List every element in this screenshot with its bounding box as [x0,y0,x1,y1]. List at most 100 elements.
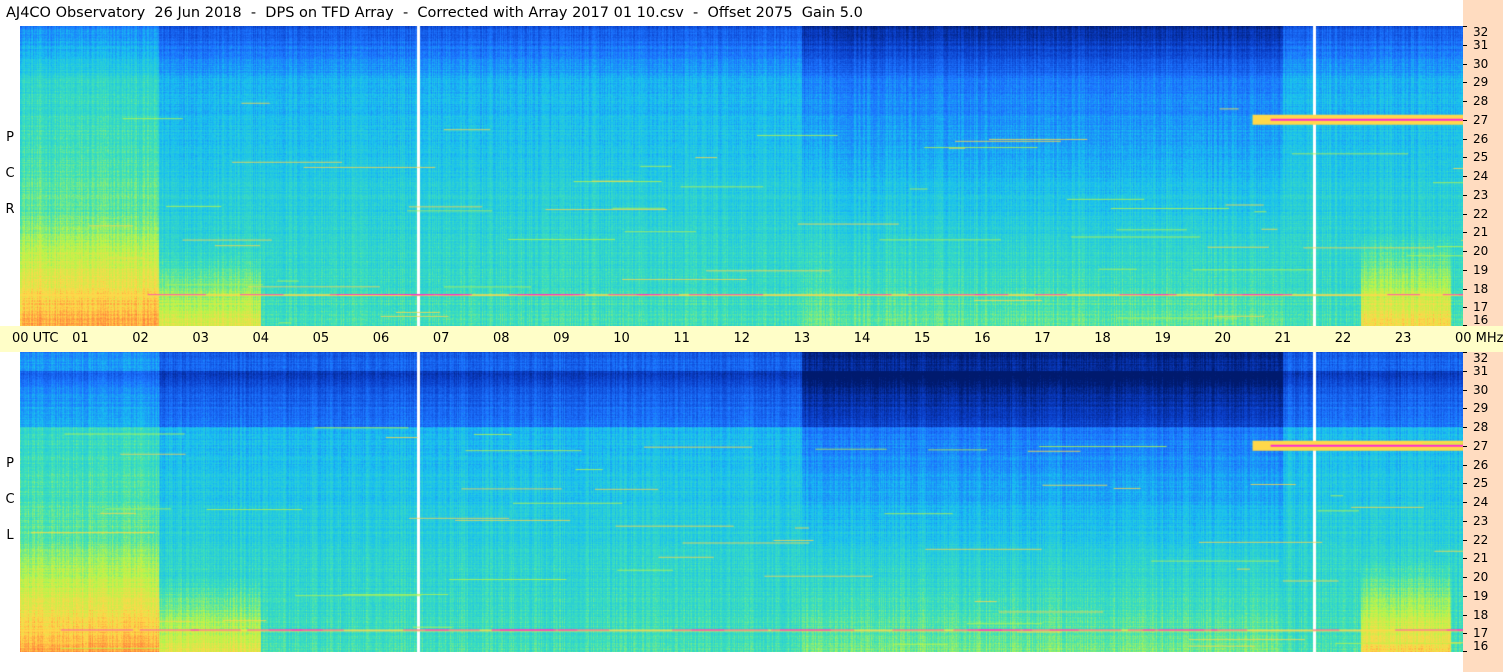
time-tick-label: 03 [192,331,209,346]
frequency-axis-lcp: 32 31 30 29 28 27 26 25 24 23 22 21 20 19 18 17 16 [1463,352,1503,652]
time-tick-label: 11 [673,331,690,346]
frequency-tick [1463,352,1467,353]
frequency-tick [1463,464,1467,466]
frequency-tick-label: 21 [1473,551,1489,566]
time-tick-label: 20 [1214,331,1232,346]
frequency-tick-label: 23 [1473,513,1489,528]
frequency-tick [1463,577,1467,578]
frequency-tick-label: 17 [1473,626,1489,641]
frequency-tick-label: 24 [1473,495,1489,509]
rcp-letter-p: P [6,130,14,145]
time-tick-label: 21 [1274,331,1292,346]
frequency-axis-rcp: 32 31 30 29 28 27 26 25 24 23 22 21 20 19 18 17 16 [1463,26,1503,326]
frequency-tick [1463,445,1467,447]
frequency-tick-label: 26 [1473,131,1489,146]
frequency-tick-label: 20 [1473,570,1489,584]
time-tick-label: 01 [72,331,89,346]
frequency-tick [1463,325,1467,326]
spectrogram-lcp-canvas [20,352,1463,652]
time-tick-label: 18 [1094,331,1111,346]
frequency-tick-label: 20 [1473,244,1489,258]
frequency-tick [1463,232,1467,234]
lcp-letter-c: C [5,492,15,507]
time-tick-label: 17 [1034,331,1051,346]
time-tick-label: 23 [1394,331,1412,346]
frequency-tick-label: 27 [1473,112,1489,127]
time-tick-label: 00 UTC [12,331,59,346]
frequency-tick-label: 31 [1473,363,1489,378]
frequency-tick [1463,370,1467,372]
frequency-tick [1463,483,1467,485]
title-bar-right-fill [1463,0,1503,26]
frequency-tick [1463,269,1467,271]
frequency-tick [1463,63,1467,65]
frequency-tick [1463,44,1467,46]
frequency-tick-label: 27 [1473,438,1489,453]
frequency-tick [1463,213,1467,215]
frequency-tick [1463,389,1467,391]
rcp-letter-c: C [5,166,15,181]
frequency-tick [1463,558,1467,560]
time-tick-label: 00 MHz [1455,331,1503,346]
time-tick-label: 09 [553,331,570,346]
polarization-label-lcp: P C L [0,352,20,652]
frequency-tick-label: 24 [1473,169,1489,183]
frequency-tick [1463,176,1467,177]
frequency-tick [1463,157,1467,159]
bottom-strip [0,652,1503,672]
frequency-tick-label: 25 [1473,476,1489,491]
frequency-tick-label: 28 [1473,94,1489,108]
frequency-tick [1463,119,1467,121]
frequency-tick-label: 29 [1473,401,1489,416]
spectrogram-lcp [20,352,1463,652]
time-tick-label: 02 [132,331,149,346]
frequency-tick [1463,194,1467,196]
spectrogram-rcp [20,26,1463,326]
frequency-tick-label: 17 [1473,300,1489,315]
frequency-tick-label: 18 [1473,607,1489,622]
frequency-tick-label: 30 [1473,56,1489,71]
frequency-tick-label: 16 [1473,313,1489,327]
frequency-tick-label: 18 [1473,281,1489,296]
frequency-tick [1463,614,1467,616]
frequency-tick-label: 22 [1473,206,1489,221]
frequency-tick-label: 19 [1473,588,1489,603]
time-tick-label: 15 [913,331,931,346]
time-tick-label: 22 [1334,331,1352,346]
frequency-tick-label: 30 [1473,382,1489,397]
frequency-tick [1463,539,1467,541]
frequency-tick-label: 25 [1473,150,1489,165]
frequency-tick-label: 32 [1473,25,1489,39]
frequency-tick-label: 32 [1473,351,1489,365]
frequency-tick-label: 19 [1473,262,1489,277]
frequency-tick-label: 16 [1473,639,1489,653]
frequency-tick [1463,427,1467,428]
frequency-tick-label: 21 [1473,225,1489,240]
frequency-tick-label: 31 [1473,37,1489,52]
frequency-tick [1463,502,1467,503]
frequency-tick [1463,82,1467,84]
frequency-tick [1463,251,1467,252]
time-tick-label: 14 [853,331,871,346]
spectrogram-rcp-canvas [20,26,1463,326]
frequency-tick-label: 26 [1473,457,1489,472]
frequency-tick [1463,520,1467,522]
frequency-tick-label: 23 [1473,187,1489,202]
frequency-tick [1463,26,1467,27]
time-tick-label: 10 [613,331,630,346]
frequency-tick-label: 29 [1473,75,1489,90]
time-tick-label: 04 [252,331,270,346]
chart-title: AJ4CO Observatory 26 Jun 2018 - DPS on T… [0,0,1463,26]
time-tick-label: 13 [793,331,811,346]
time-tick-label: 08 [493,331,510,346]
time-tick-label: 19 [1154,331,1171,346]
rcp-letter-r: R [5,202,15,217]
bottom-strip-right [1463,652,1503,672]
polarization-label-rcp: P C R [0,26,20,326]
frequency-tick [1463,101,1467,102]
frequency-tick [1463,633,1467,635]
time-tick-label: 07 [432,331,450,346]
frequency-tick [1463,307,1467,309]
frequency-tick-label: 22 [1473,532,1489,547]
frequency-tick [1463,288,1467,290]
